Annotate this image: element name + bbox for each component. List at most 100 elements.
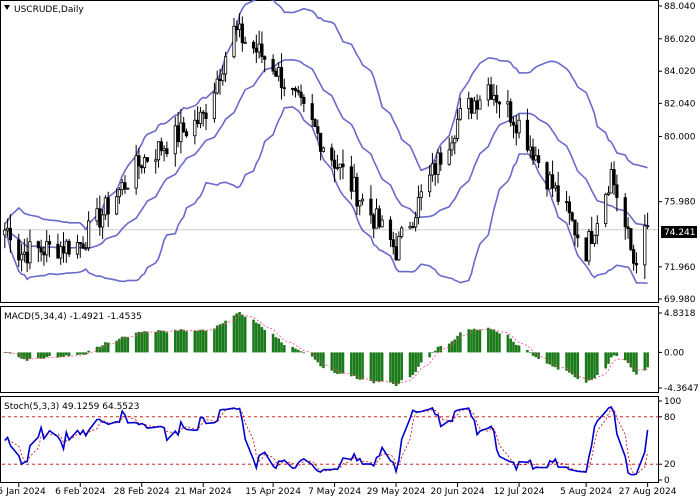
- macd-histogram-bar: [436, 346, 440, 353]
- candle-down: [296, 90, 300, 93]
- macd-histogram-bar: [433, 350, 437, 353]
- candle-down: [137, 155, 141, 167]
- macd-histogram-bar: [419, 352, 423, 363]
- candle-up: [232, 25, 236, 58]
- candle-down: [201, 111, 205, 114]
- candle-down: [332, 159, 337, 169]
- price-y-tick-label: 80.000: [664, 132, 696, 142]
- candle-up: [595, 223, 599, 236]
- macd-histogram-bar: [604, 352, 607, 369]
- stoch-plot: [2, 405, 658, 476]
- candle-down: [98, 208, 102, 228]
- macd-histogram-bar: [573, 352, 577, 378]
- candle-up: [87, 220, 91, 249]
- candle-down: [439, 152, 443, 165]
- candle-down: [634, 262, 639, 266]
- macd-histogram-bar: [400, 352, 403, 381]
- macd-histogram-bar: [173, 329, 177, 353]
- candle-down: [240, 23, 244, 44]
- candle-down: [391, 239, 395, 248]
- candle-up: [103, 197, 108, 216]
- macd-histogram-bar: [531, 352, 535, 356]
- candle-up: [120, 182, 124, 190]
- macd-histogram-bar: [76, 352, 79, 355]
- price-y-tick-label: 69.980: [664, 295, 696, 305]
- macd-histogram-bar: [162, 330, 166, 353]
- candle-down: [81, 243, 85, 249]
- macd-histogram-bar: [453, 339, 457, 353]
- candle-down: [514, 124, 518, 134]
- price-y-tick-label: 82.040: [664, 99, 696, 109]
- candle-down: [106, 197, 110, 215]
- macd-histogram-bar: [232, 315, 236, 353]
- stoch-y-tick-label: 80: [664, 413, 676, 423]
- macd-histogram-bar: [394, 352, 398, 387]
- candle-up: [134, 155, 138, 189]
- candle-up: [467, 97, 471, 109]
- macd-histogram-bar: [570, 352, 574, 375]
- candle-up: [321, 147, 326, 152]
- chart-canvas: 88.040 86.020 84.020 82.040 80.000 75.980 71.9…: [0, 0, 699, 497]
- candle-up: [64, 240, 68, 254]
- candle-up: [335, 167, 339, 169]
- macd-histogram-bar: [87, 350, 90, 353]
- macd-histogram-bar: [296, 349, 300, 353]
- candle-up: [19, 253, 24, 261]
- macd-histogram-bar: [509, 338, 512, 353]
- candle-up: [277, 67, 281, 77]
- candle-down: [260, 43, 264, 57]
- candle-down: [279, 67, 284, 89]
- macd-histogram-bar: [101, 345, 104, 353]
- candle-down: [475, 100, 479, 110]
- candle-down: [313, 119, 317, 128]
- candle-up: [221, 73, 225, 82]
- macd-histogram-bar: [120, 336, 124, 353]
- candle-down: [576, 234, 580, 239]
- macd-histogram-bar: [338, 352, 342, 374]
- x-tick-label: 7 May 2024: [308, 487, 361, 497]
- candle-down: [489, 84, 493, 100]
- macd-histogram-bar: [95, 346, 99, 353]
- macd-histogram-bar: [545, 352, 549, 364]
- candle-up: [212, 92, 217, 120]
- candle-up: [352, 176, 356, 192]
- macd-histogram-bar: [221, 323, 225, 353]
- macd-histogram-bar: [176, 330, 180, 353]
- macd-histogram-bar: [506, 334, 510, 353]
- candle-down: [584, 237, 588, 262]
- price-plot: [2, 0, 658, 285]
- x-tick-label: 15 Apr 2024: [245, 487, 301, 497]
- candle-down: [394, 246, 398, 261]
- candle-down: [612, 169, 616, 186]
- price-y-tick-label: 84.020: [664, 67, 696, 77]
- candle-down: [254, 47, 258, 53]
- candle-up: [59, 246, 63, 259]
- macd-histogram-bar: [48, 352, 51, 357]
- macd-histogram-bar: [165, 332, 169, 353]
- current-price-label: 74.241: [664, 228, 696, 238]
- candle-up: [506, 101, 510, 105]
- candle-down: [372, 214, 376, 229]
- price-y-tick-label: 86.020: [664, 35, 696, 45]
- candle-up: [142, 157, 147, 169]
- candle-up: [592, 234, 597, 244]
- macd-histogram-bar: [299, 351, 303, 353]
- candle-up: [173, 125, 177, 155]
- macd-histogram-bar: [352, 352, 356, 376]
- candle-down: [17, 239, 21, 261]
- candle-down: [355, 176, 359, 207]
- x-tick-label: 21 Mar 2024: [175, 487, 232, 497]
- stoch-y-tick-label: 20: [664, 460, 676, 470]
- macd-histogram-bar: [56, 352, 60, 358]
- candle-up: [609, 169, 613, 194]
- macd-histogram-bar: [350, 352, 353, 377]
- candle-up: [101, 214, 105, 228]
- candle-down: [302, 97, 306, 104]
- candle-down: [567, 201, 571, 214]
- candle-up: [492, 94, 496, 100]
- macd-histogram-bar: [218, 324, 222, 353]
- macd-histogram-bar: [646, 352, 649, 368]
- candle-up: [472, 100, 476, 114]
- macd-histogram-bar: [417, 352, 420, 367]
- candle-up: [587, 231, 591, 262]
